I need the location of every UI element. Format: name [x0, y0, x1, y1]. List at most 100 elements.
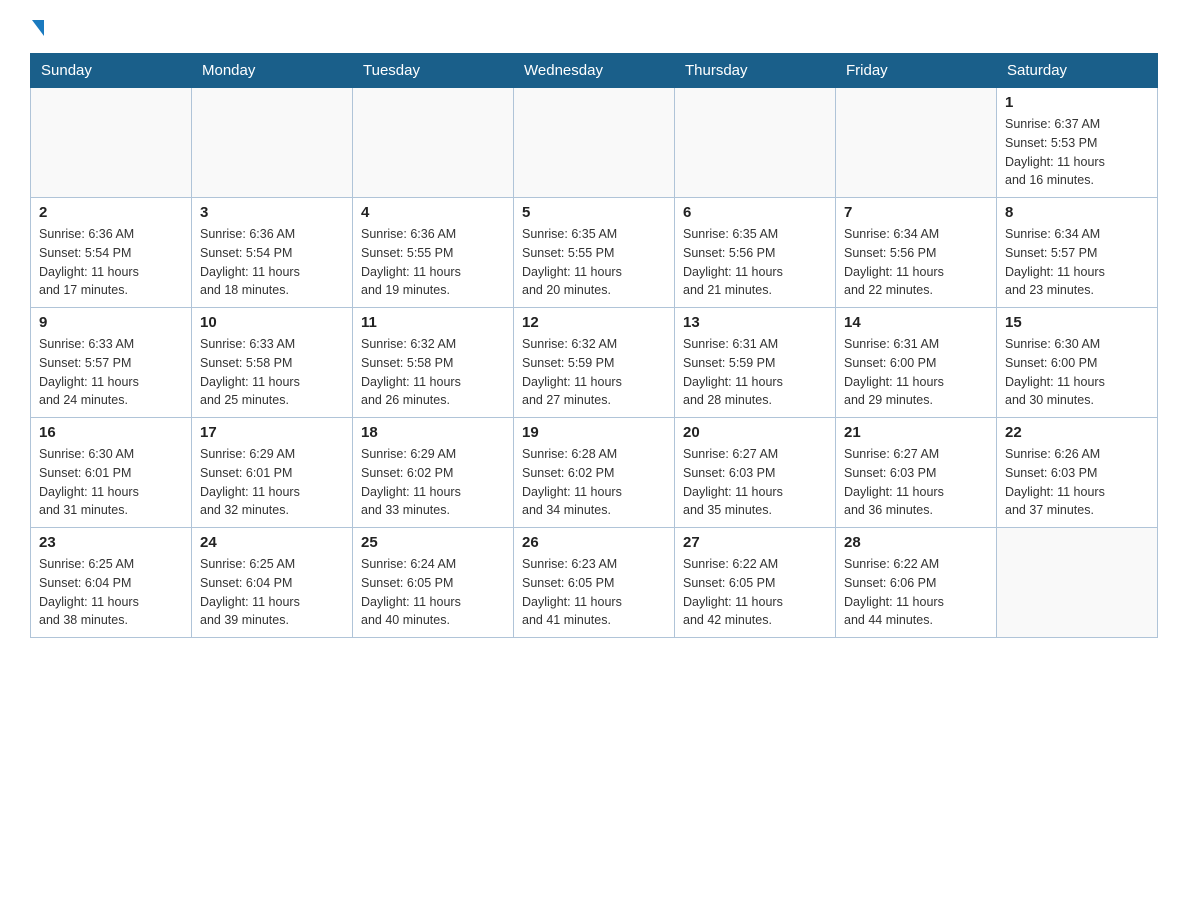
calendar-cell: 21 Sunrise: 6:27 AM Sunset: 6:03 PM Dayli…	[836, 418, 997, 528]
day-number: 17	[200, 424, 344, 441]
calendar-week-row: 2 Sunrise: 6:36 AM Sunset: 5:54 PM Daylig…	[31, 198, 1158, 308]
day-number: 6	[683, 204, 827, 221]
calendar-cell: 8 Sunrise: 6:34 AM Sunset: 5:57 PM Daylig…	[997, 198, 1158, 308]
day-info: Sunrise: 6:23 AM Sunset: 6:05 PM Dayligh…	[522, 555, 666, 630]
calendar-week-row: 1 Sunrise: 6:37 AM Sunset: 5:53 PM Daylig…	[31, 88, 1158, 198]
day-of-week-header: Sunday	[31, 54, 192, 88]
calendar-week-row: 16 Sunrise: 6:30 AM Sunset: 6:01 PM Dayli…	[31, 418, 1158, 528]
day-number: 13	[683, 314, 827, 331]
calendar-cell: 20 Sunrise: 6:27 AM Sunset: 6:03 PM Dayli…	[675, 418, 836, 528]
calendar-cell: 25 Sunrise: 6:24 AM Sunset: 6:05 PM Dayli…	[353, 528, 514, 638]
calendar-cell: 12 Sunrise: 6:32 AM Sunset: 5:59 PM Dayli…	[514, 308, 675, 418]
day-info: Sunrise: 6:36 AM Sunset: 5:54 PM Dayligh…	[39, 225, 183, 300]
day-number: 20	[683, 424, 827, 441]
day-info: Sunrise: 6:22 AM Sunset: 6:06 PM Dayligh…	[844, 555, 988, 630]
day-number: 9	[39, 314, 183, 331]
day-info: Sunrise: 6:25 AM Sunset: 6:04 PM Dayligh…	[39, 555, 183, 630]
calendar-cell	[31, 88, 192, 198]
day-number: 25	[361, 534, 505, 551]
logo-arrow-icon	[32, 20, 44, 36]
calendar-cell: 9 Sunrise: 6:33 AM Sunset: 5:57 PM Daylig…	[31, 308, 192, 418]
day-info: Sunrise: 6:31 AM Sunset: 5:59 PM Dayligh…	[683, 335, 827, 410]
calendar-cell: 17 Sunrise: 6:29 AM Sunset: 6:01 PM Dayli…	[192, 418, 353, 528]
calendar-cell: 24 Sunrise: 6:25 AM Sunset: 6:04 PM Dayli…	[192, 528, 353, 638]
calendar-body: 1 Sunrise: 6:37 AM Sunset: 5:53 PM Daylig…	[31, 88, 1158, 638]
calendar-cell: 6 Sunrise: 6:35 AM Sunset: 5:56 PM Daylig…	[675, 198, 836, 308]
day-number: 23	[39, 534, 183, 551]
day-number: 3	[200, 204, 344, 221]
day-of-week-header: Friday	[836, 54, 997, 88]
day-number: 26	[522, 534, 666, 551]
day-number: 28	[844, 534, 988, 551]
calendar-cell: 27 Sunrise: 6:22 AM Sunset: 6:05 PM Dayli…	[675, 528, 836, 638]
day-of-week-header: Monday	[192, 54, 353, 88]
day-number: 1	[1005, 94, 1149, 111]
day-number: 10	[200, 314, 344, 331]
calendar: SundayMondayTuesdayWednesdayThursdayFrid…	[30, 53, 1158, 638]
calendar-cell	[675, 88, 836, 198]
day-info: Sunrise: 6:29 AM Sunset: 6:01 PM Dayligh…	[200, 445, 344, 520]
day-info: Sunrise: 6:29 AM Sunset: 6:02 PM Dayligh…	[361, 445, 505, 520]
day-number: 21	[844, 424, 988, 441]
day-info: Sunrise: 6:37 AM Sunset: 5:53 PM Dayligh…	[1005, 115, 1149, 190]
calendar-cell: 10 Sunrise: 6:33 AM Sunset: 5:58 PM Dayli…	[192, 308, 353, 418]
day-number: 24	[200, 534, 344, 551]
calendar-cell: 15 Sunrise: 6:30 AM Sunset: 6:00 PM Dayli…	[997, 308, 1158, 418]
day-info: Sunrise: 6:22 AM Sunset: 6:05 PM Dayligh…	[683, 555, 827, 630]
day-number: 14	[844, 314, 988, 331]
calendar-cell: 16 Sunrise: 6:30 AM Sunset: 6:01 PM Dayli…	[31, 418, 192, 528]
calendar-cell: 13 Sunrise: 6:31 AM Sunset: 5:59 PM Dayli…	[675, 308, 836, 418]
day-info: Sunrise: 6:26 AM Sunset: 6:03 PM Dayligh…	[1005, 445, 1149, 520]
calendar-cell: 5 Sunrise: 6:35 AM Sunset: 5:55 PM Daylig…	[514, 198, 675, 308]
day-info: Sunrise: 6:36 AM Sunset: 5:54 PM Dayligh…	[200, 225, 344, 300]
day-number: 15	[1005, 314, 1149, 331]
day-info: Sunrise: 6:32 AM Sunset: 5:58 PM Dayligh…	[361, 335, 505, 410]
day-info: Sunrise: 6:25 AM Sunset: 6:04 PM Dayligh…	[200, 555, 344, 630]
day-number: 5	[522, 204, 666, 221]
day-info: Sunrise: 6:36 AM Sunset: 5:55 PM Dayligh…	[361, 225, 505, 300]
day-info: Sunrise: 6:28 AM Sunset: 6:02 PM Dayligh…	[522, 445, 666, 520]
calendar-cell: 4 Sunrise: 6:36 AM Sunset: 5:55 PM Daylig…	[353, 198, 514, 308]
day-info: Sunrise: 6:35 AM Sunset: 5:55 PM Dayligh…	[522, 225, 666, 300]
calendar-header: SundayMondayTuesdayWednesdayThursdayFrid…	[31, 54, 1158, 88]
day-info: Sunrise: 6:33 AM Sunset: 5:57 PM Dayligh…	[39, 335, 183, 410]
calendar-cell: 2 Sunrise: 6:36 AM Sunset: 5:54 PM Daylig…	[31, 198, 192, 308]
day-of-week-header: Saturday	[997, 54, 1158, 88]
calendar-cell	[997, 528, 1158, 638]
calendar-cell	[353, 88, 514, 198]
calendar-cell: 3 Sunrise: 6:36 AM Sunset: 5:54 PM Daylig…	[192, 198, 353, 308]
day-of-week-header: Tuesday	[353, 54, 514, 88]
calendar-cell: 19 Sunrise: 6:28 AM Sunset: 6:02 PM Dayli…	[514, 418, 675, 528]
day-info: Sunrise: 6:24 AM Sunset: 6:05 PM Dayligh…	[361, 555, 505, 630]
day-number: 12	[522, 314, 666, 331]
day-info: Sunrise: 6:27 AM Sunset: 6:03 PM Dayligh…	[844, 445, 988, 520]
day-number: 19	[522, 424, 666, 441]
day-info: Sunrise: 6:33 AM Sunset: 5:58 PM Dayligh…	[200, 335, 344, 410]
calendar-cell: 18 Sunrise: 6:29 AM Sunset: 6:02 PM Dayli…	[353, 418, 514, 528]
day-info: Sunrise: 6:30 AM Sunset: 6:01 PM Dayligh…	[39, 445, 183, 520]
day-number: 8	[1005, 204, 1149, 221]
calendar-cell: 28 Sunrise: 6:22 AM Sunset: 6:06 PM Dayli…	[836, 528, 997, 638]
day-info: Sunrise: 6:34 AM Sunset: 5:57 PM Dayligh…	[1005, 225, 1149, 300]
day-number: 4	[361, 204, 505, 221]
day-of-week-header: Thursday	[675, 54, 836, 88]
day-info: Sunrise: 6:35 AM Sunset: 5:56 PM Dayligh…	[683, 225, 827, 300]
calendar-week-row: 23 Sunrise: 6:25 AM Sunset: 6:04 PM Dayli…	[31, 528, 1158, 638]
calendar-cell: 11Sunrise: 6:32 AM Sunset: 5:58 PM Dayli…	[353, 308, 514, 418]
day-info: Sunrise: 6:27 AM Sunset: 6:03 PM Dayligh…	[683, 445, 827, 520]
calendar-cell: 23 Sunrise: 6:25 AM Sunset: 6:04 PM Dayli…	[31, 528, 192, 638]
day-info: Sunrise: 6:32 AM Sunset: 5:59 PM Dayligh…	[522, 335, 666, 410]
calendar-week-row: 9 Sunrise: 6:33 AM Sunset: 5:57 PM Daylig…	[31, 308, 1158, 418]
day-number: 27	[683, 534, 827, 551]
calendar-cell: 14 Sunrise: 6:31 AM Sunset: 6:00 PM Dayli…	[836, 308, 997, 418]
day-number: 18	[361, 424, 505, 441]
calendar-cell: 7Sunrise: 6:34 AM Sunset: 5:56 PM Daylig…	[836, 198, 997, 308]
day-number: 16	[39, 424, 183, 441]
day-number: 2	[39, 204, 183, 221]
day-info: Sunrise: 6:30 AM Sunset: 6:00 PM Dayligh…	[1005, 335, 1149, 410]
calendar-cell	[514, 88, 675, 198]
day-number: 22	[1005, 424, 1149, 441]
day-info: Sunrise: 6:31 AM Sunset: 6:00 PM Dayligh…	[844, 335, 988, 410]
page-header	[30, 20, 1158, 37]
logo	[30, 20, 44, 37]
